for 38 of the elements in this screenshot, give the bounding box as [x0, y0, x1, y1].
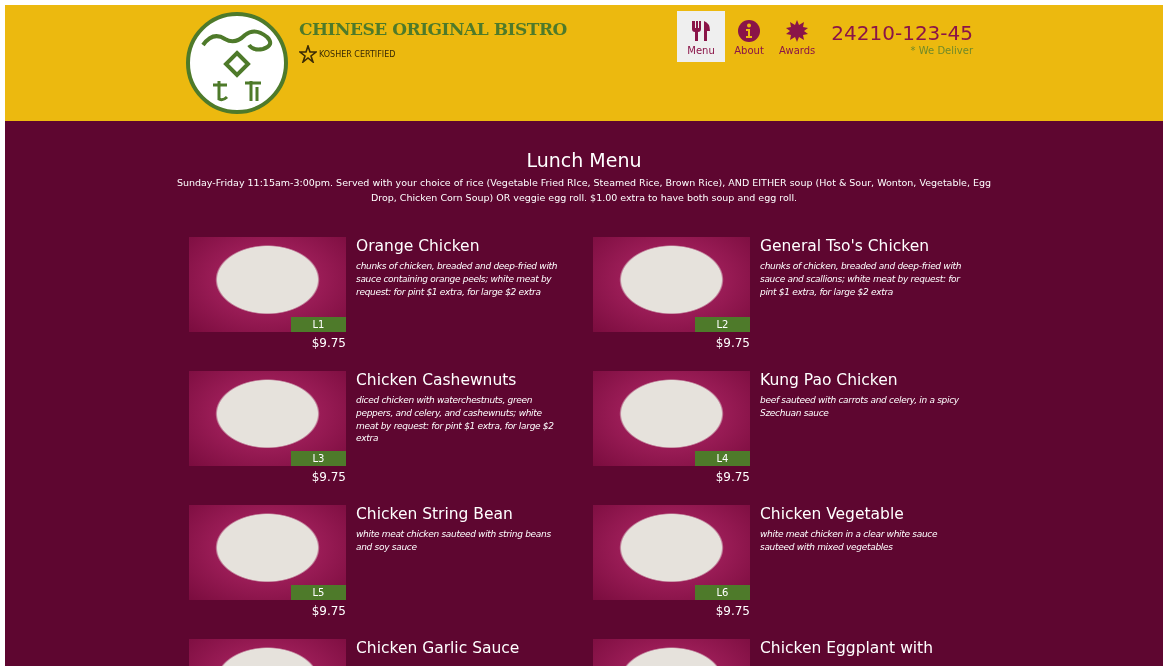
dish-price: $9.75 — [310, 470, 346, 485]
dish-name: Chicken Eggplant with — [760, 639, 934, 658]
info-icon — [737, 19, 762, 43]
dish-name: Chicken Garlic Sauce — [356, 639, 521, 658]
section-title: Lunch Menu — [525, 149, 643, 171]
dish-description: chunks of chicken, breaded and deep-fried with sauce and scallions; white meat by request: for pint $1 extra, for large $2 extra — [760, 260, 963, 299]
dish-name: Kung Pao Chicken — [760, 371, 899, 390]
dish-price: $9.75 — [310, 604, 346, 619]
dish-price: $9.75 — [310, 336, 346, 351]
dish-code: L2 — [695, 317, 750, 333]
lunch-hours-text: Sunday-Friday 11:15am-3:00pm. Served with your choice of rice (Vegetable Fried RIce, Steamed Rice, Brown Rice), AND EITHER soup (Hot & Sour, Wonton, Vegetable, Egg Drop, Chicken Corn Soup) OR veggie egg roll. $1.00 extra to have both soup and egg roll. — [175, 176, 993, 206]
nav-tab[interactable]: About — [725, 11, 774, 62]
dish-price: $9.75 — [714, 470, 750, 485]
restaurant-name: CHINESE ORIGINAL BISTRO — [299, 19, 568, 39]
nav-tab[interactable]: Awards — [773, 11, 822, 62]
dish-code: L3 — [291, 451, 346, 467]
dish-code: L4 — [695, 451, 750, 467]
dish-description: beef sauteed with carrots and celery, in a spicy Szechuan sauce — [760, 394, 960, 420]
dish-code: L1 — [291, 317, 346, 333]
dish-code: L5 — [291, 585, 346, 601]
certification-label: KOSHER CERTIFIED — [319, 49, 396, 59]
nav-tab[interactable]: Menu — [677, 11, 726, 62]
dish-code: L6 — [695, 585, 750, 601]
dish-name: Chicken String Bean — [356, 505, 514, 524]
dish-name: Chicken Cashewnuts — [356, 371, 518, 390]
dish-name: Chicken Vegetable — [760, 505, 905, 524]
dish-name: General Tso's Chicken — [760, 237, 930, 256]
dish-name: Orange Chicken — [356, 237, 481, 256]
dish-description: chunks of chicken, breaded and deep-fried with sauce containing orange peels; white meat by request: for pint $1 extra, for large $2 extra — [356, 260, 559, 299]
dish-description: diced chicken with waterchestnuts, green peppers, and celery, and cashewnuts; white meat by request: for pint $1 extra, for large $2 extra — [356, 394, 555, 445]
delivery-note: * We Deliver — [909, 45, 973, 56]
phone-number: 24210-123-45 — [831, 21, 973, 45]
starburst-icon — [785, 19, 810, 43]
dish-price: $9.75 — [714, 336, 750, 351]
dish-description: white meat chicken in a clear white sauce sauteed with mixed vegetables — [760, 528, 939, 554]
dish-price: $9.75 — [714, 604, 750, 619]
star-icon — [299, 45, 317, 63]
dish-description: white meat chicken sauteed with string beans and soy sauce — [356, 528, 552, 554]
